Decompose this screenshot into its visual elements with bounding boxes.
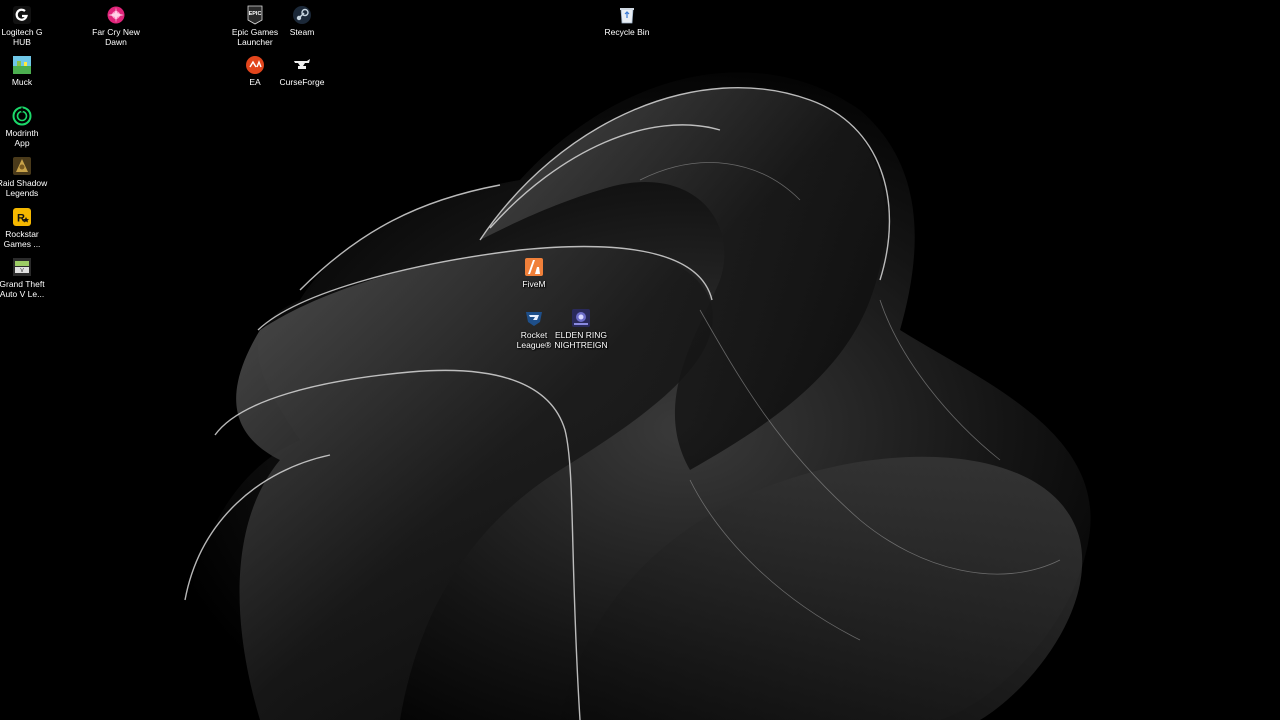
desktop-icon-label: Raid Shadow Legends: [0, 178, 48, 198]
steam-icon: [291, 4, 313, 26]
raid-shadow-legends-icon: [11, 155, 33, 177]
logitech-g-icon: [11, 4, 33, 26]
recycle-bin-icon: [616, 4, 638, 26]
desktop-icon-far-cry-new-dawn[interactable]: Far Cry New Dawn: [86, 4, 146, 47]
fivem-icon: [523, 256, 545, 278]
gta-v-icon: V: [11, 256, 33, 278]
desktop-icon-recycle-bin[interactable]: Recycle Bin: [597, 4, 657, 37]
desktop-icon-label: Muck: [11, 77, 33, 87]
far-cry-icon: [105, 4, 127, 26]
desktop-icon-label: ELDEN RING NIGHTREIGN: [554, 330, 608, 350]
epic-games-icon: EPIC: [244, 4, 266, 26]
desktop-icon-muck[interactable]: Muck: [0, 54, 52, 87]
desktop-icon-elden-ring-nightreign[interactable]: ELDEN RING NIGHTREIGN: [551, 307, 611, 350]
desktop-icon-label: Grand Theft Auto V Le...: [0, 279, 45, 299]
muck-icon: [11, 54, 33, 76]
desktop-icon-curseforge[interactable]: CurseForge: [272, 54, 332, 87]
rockstar-games-icon: R: [11, 206, 33, 228]
rocket-league-icon: [523, 307, 545, 329]
desktop-icon-steam[interactable]: Steam: [272, 4, 332, 37]
desktop-icon-label: Logitech G HUB: [1, 27, 43, 47]
desktop-icon-label: CurseForge: [279, 77, 325, 87]
elden-ring-nightreign-icon: [570, 307, 592, 329]
svg-text:R: R: [17, 213, 25, 225]
desktop-icon-rockstar-games-launcher[interactable]: R Rockstar Games ...: [0, 206, 52, 249]
svg-text:EPIC: EPIC: [249, 11, 262, 17]
desktop-icon-modrinth-app[interactable]: Modrinth App: [0, 105, 52, 148]
curseforge-icon: [291, 54, 313, 76]
desktop-icon-label: Rockstar Games ...: [3, 229, 41, 249]
desktop[interactable]: Logitech G HUB Far Cry New Dawn EPIC Epi…: [0, 0, 1280, 720]
desktop-icon-label: Recycle Bin: [604, 27, 650, 37]
desktop-icon-label: Far Cry New Dawn: [92, 27, 140, 47]
ea-icon: [244, 54, 266, 76]
desktop-icon-logitech-g-hub[interactable]: Logitech G HUB: [0, 4, 52, 47]
desktop-icon-grand-theft-auto-v[interactable]: V Grand Theft Auto V Le...: [0, 256, 52, 299]
desktop-icon-label: Steam: [289, 27, 315, 37]
modrinth-icon: [11, 105, 33, 127]
desktop-icon-label: Modrinth App: [5, 128, 39, 148]
desktop-icon-raid-shadow-legends[interactable]: Raid Shadow Legends: [0, 155, 52, 198]
desktop-icon-label: FiveM: [522, 279, 546, 289]
desktop-icon-fivem[interactable]: FiveM: [504, 256, 564, 289]
wallpaper-bloom: [184, 72, 1091, 720]
